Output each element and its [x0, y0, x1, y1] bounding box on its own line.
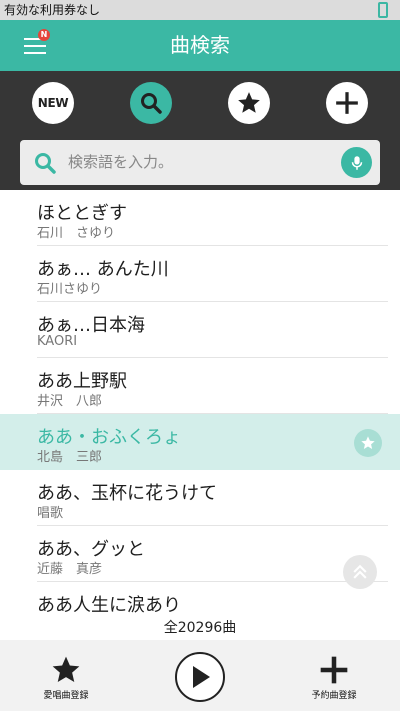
search-input[interactable]	[68, 148, 328, 176]
song-row[interactable]: あぁ… あんた川 石川さゆり	[0, 246, 400, 302]
search-tab-button[interactable]	[130, 82, 172, 124]
star-icon	[52, 656, 80, 682]
double-chevron-up-icon	[353, 564, 367, 579]
favorites-button[interactable]	[228, 82, 270, 124]
plus-icon	[320, 656, 348, 684]
register-reservation-label: 予約曲登録	[311, 691, 357, 701]
register-reservation-button[interactable]: 予約曲登録	[284, 640, 384, 711]
total-song-count: 全20296曲	[163, 620, 237, 636]
star-icon	[361, 436, 375, 449]
search-box	[20, 140, 380, 185]
bottom-bar: 愛唱曲登録 予約曲登録	[0, 640, 400, 711]
song-row[interactable]: ああ、グッと 近藤 真彦	[0, 526, 400, 582]
song-row[interactable]: ああ、玉杯に花うけて 唱歌	[0, 470, 400, 526]
song-row-selected[interactable]: ああ・おふくろょ 北島 三郎	[0, 414, 400, 470]
status-text: 有効な利用券なし	[4, 3, 101, 17]
song-row[interactable]: ああ上野駅 井沢 八郎	[0, 358, 400, 414]
notification-badge: N	[38, 29, 50, 41]
plus-icon	[336, 92, 358, 114]
song-row[interactable]: ほととぎす 石川 さゆり	[0, 190, 400, 246]
add-button[interactable]	[326, 82, 368, 124]
status-bar: 有効な利用券なし	[0, 0, 400, 20]
song-artist: KAORI	[37, 334, 78, 349]
register-favorite-button[interactable]: 愛唱曲登録	[16, 640, 116, 711]
song-row[interactable]: あぁ…日本海 KAORI	[0, 302, 400, 358]
scroll-to-top-button[interactable]	[343, 555, 377, 589]
song-artist: 石川さゆり	[37, 282, 103, 297]
star-icon	[238, 92, 260, 113]
phone-icon	[378, 2, 388, 18]
page-title: 曲検索	[170, 33, 230, 57]
search-icon	[35, 153, 56, 174]
song-artist: 唱歌	[37, 506, 64, 521]
menu-icon-line	[24, 52, 46, 54]
favorite-badge[interactable]	[354, 429, 382, 457]
song-title: ああ、玉杯に花うけて	[37, 483, 217, 504]
microphone-icon	[351, 155, 362, 170]
new-songs-button[interactable]: NEW	[32, 82, 74, 124]
song-artist: 石川 さゆり	[37, 226, 116, 241]
register-favorite-label: 愛唱曲登録	[43, 691, 89, 701]
new-label: NEW	[37, 96, 69, 110]
toolbar: NEW	[0, 71, 400, 190]
voice-search-button[interactable]	[341, 147, 372, 178]
play-button[interactable]	[175, 652, 225, 702]
song-artist: 北島 三郎	[37, 450, 103, 465]
song-artist: 井沢 八郎	[37, 394, 103, 409]
song-artist: 近藤 真彦	[37, 562, 103, 577]
app-header: 曲検索 N	[0, 20, 400, 71]
song-title: ああ人生に涙あり	[37, 595, 181, 614]
search-icon	[141, 93, 162, 114]
menu-icon-line	[24, 45, 46, 47]
play-icon	[193, 666, 210, 688]
song-row[interactable]: ああ人生に涙あり	[0, 582, 400, 614]
song-list: ほととぎす 石川 さゆり あぁ… あんた川 石川さゆり あぁ…日本海 KAORI…	[0, 190, 400, 614]
